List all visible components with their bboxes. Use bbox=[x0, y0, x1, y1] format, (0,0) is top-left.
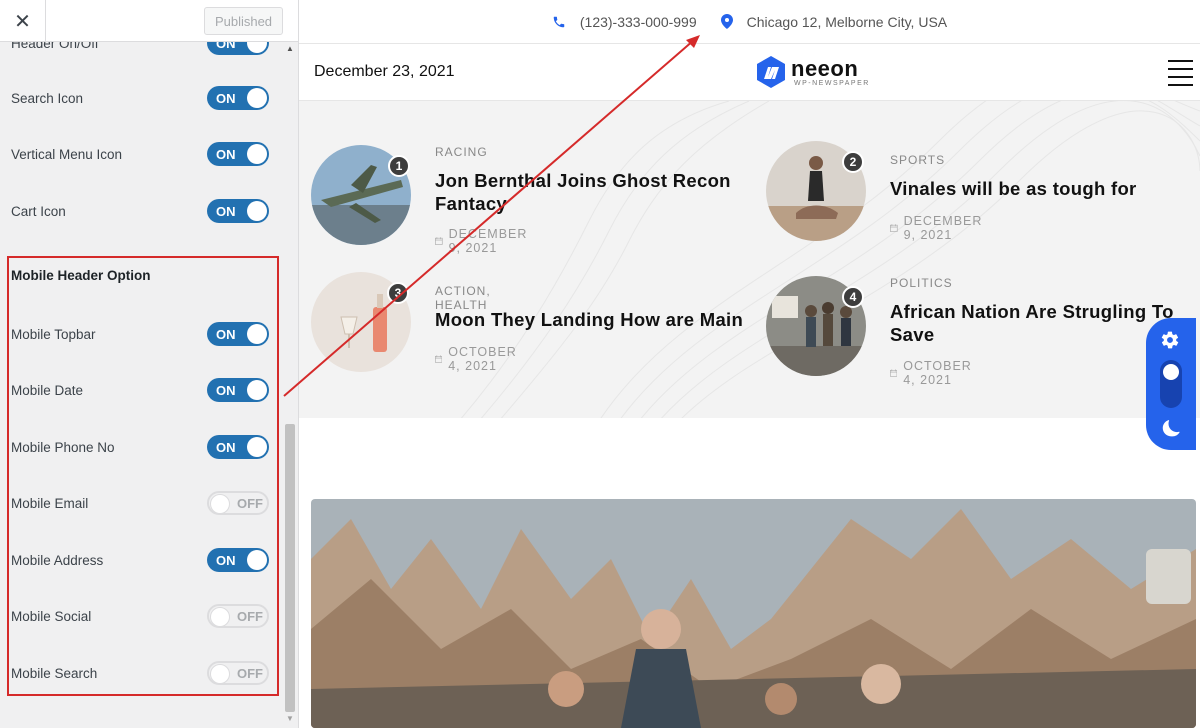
topbar-phone[interactable]: (123)-333-000-999 bbox=[552, 14, 697, 30]
location-pin-icon bbox=[720, 14, 733, 29]
option-label: Mobile Date bbox=[11, 382, 84, 398]
mobile-social-toggle[interactable]: OFF bbox=[207, 604, 269, 628]
option-row-mobile-email: Mobile Email OFF bbox=[11, 490, 269, 516]
post-date-text: OCTOBER 4, 2021 bbox=[903, 359, 972, 387]
post-category[interactable]: POLITICS bbox=[890, 276, 953, 290]
customizer-header: ✕ Published bbox=[0, 0, 298, 42]
topbar-address-text: Chicago 12, Melborne City, USA bbox=[746, 13, 948, 30]
option-row-mobile-topbar: Mobile Topbar ON bbox=[11, 321, 269, 347]
gear-icon[interactable] bbox=[1160, 330, 1180, 350]
site-preview: (123)-333-000-999 Chicago 12, Melborne C… bbox=[299, 0, 1200, 728]
style-switcher-panel bbox=[1146, 318, 1196, 450]
mobile-address-toggle[interactable]: ON bbox=[207, 548, 269, 572]
calendar-icon bbox=[890, 369, 898, 377]
mobile-phone-toggle[interactable]: ON bbox=[207, 435, 269, 459]
vertical-menu-icon-toggle[interactable]: ON bbox=[207, 142, 269, 166]
mobile-topbar-toggle[interactable]: ON bbox=[207, 322, 269, 346]
mobile-email-toggle[interactable]: OFF bbox=[207, 491, 269, 515]
post-title[interactable]: Vinales will be as tough for bbox=[890, 177, 1180, 200]
calendar-icon bbox=[890, 224, 898, 232]
scroll-up-arrow-icon[interactable]: ▲ bbox=[283, 44, 297, 56]
close-customizer-button[interactable]: ✕ bbox=[0, 0, 46, 42]
post-title[interactable]: Moon They Landing How are Main bbox=[435, 308, 755, 331]
site-logo[interactable]: neeon WP-NEWSPAPER bbox=[755, 55, 870, 89]
option-label: Mobile Topbar bbox=[11, 326, 96, 342]
option-label: Mobile Email bbox=[11, 495, 89, 511]
hamburger-menu-icon[interactable] bbox=[1168, 60, 1193, 86]
option-label: Cart Icon bbox=[11, 203, 66, 219]
post-date: DECEMBER 9, 2021 bbox=[435, 227, 532, 255]
search-icon-toggle[interactable]: ON bbox=[207, 86, 269, 110]
post-title[interactable]: African Nation Are Strugling To Save bbox=[890, 300, 1175, 346]
option-row-mobile-date: Mobile Date ON bbox=[11, 377, 269, 403]
mobile-date-toggle[interactable]: ON bbox=[207, 378, 269, 402]
trending-posts-section: 1 RACING Jon Bernthal Joins Ghost Recon … bbox=[299, 101, 1200, 418]
phone-icon bbox=[553, 16, 565, 27]
logo-name: neeon bbox=[791, 55, 859, 81]
neeon-logo-icon bbox=[757, 56, 785, 88]
calendar-icon bbox=[435, 237, 443, 245]
customizer-sidebar: ✕ Published Header On/Off ON Search Icon… bbox=[0, 0, 299, 728]
option-row-mobile-search: Mobile Search OFF bbox=[11, 660, 269, 686]
scrollbar-thumb[interactable] bbox=[285, 424, 295, 712]
option-label: Mobile Social bbox=[11, 608, 92, 624]
scroll-down-arrow-icon[interactable]: ▼ bbox=[283, 714, 297, 726]
mobile-search-toggle[interactable]: OFF bbox=[207, 661, 269, 685]
option-row-cart-icon: Cart Icon ON bbox=[11, 198, 269, 224]
post-date: DECEMBER 9, 2021 bbox=[890, 214, 987, 242]
post-title[interactable]: Jon Bernthal Joins Ghost Recon Fantacy bbox=[435, 169, 735, 215]
option-row-vertical-menu-icon: Vertical Menu Icon ON bbox=[11, 141, 269, 167]
option-label: Search Icon bbox=[11, 90, 84, 106]
option-label: Mobile Phone No bbox=[11, 439, 115, 455]
post-rank-badge: 1 bbox=[388, 155, 410, 177]
site-topbar: (123)-333-000-999 Chicago 12, Melborne C… bbox=[299, 0, 1200, 44]
sidebar-scrollbar[interactable]: ▲ ▼ bbox=[283, 42, 297, 728]
option-row-mobile-address: Mobile Address ON bbox=[11, 547, 269, 573]
post-date-text: DECEMBER 9, 2021 bbox=[448, 227, 528, 255]
post-category[interactable]: SPORTS bbox=[890, 153, 945, 167]
switch-knob bbox=[1163, 364, 1179, 380]
logo-tagline: WP-NEWSPAPER bbox=[794, 79, 870, 87]
header-date: December 23, 2021 bbox=[314, 63, 455, 80]
featured-post-image[interactable] bbox=[311, 499, 1196, 728]
post-date-text: OCTOBER 4, 2021 bbox=[448, 345, 517, 373]
topbar-address[interactable]: Chicago 12, Melborne City, USA bbox=[720, 13, 948, 30]
cart-icon-toggle[interactable]: ON bbox=[207, 199, 269, 223]
post-category[interactable]: RACING bbox=[435, 145, 488, 159]
post-rank-badge: 3 bbox=[387, 282, 409, 304]
mountain-friends-image bbox=[311, 499, 1196, 728]
post-date: OCTOBER 4, 2021 bbox=[435, 345, 522, 373]
option-label: Mobile Search bbox=[11, 665, 98, 681]
moon-icon[interactable] bbox=[1161, 418, 1181, 438]
calendar-icon bbox=[435, 355, 443, 363]
post-rank-badge: 4 bbox=[842, 286, 864, 308]
option-row-mobile-phone: Mobile Phone No ON bbox=[11, 434, 269, 460]
post-rank-badge: 2 bbox=[842, 151, 864, 173]
dark-mode-switch[interactable] bbox=[1160, 360, 1182, 408]
mobile-header-option-title: Mobile Header Option bbox=[11, 268, 151, 283]
option-row-search-icon: Search Icon ON bbox=[11, 85, 269, 111]
post-date-text: DECEMBER 9, 2021 bbox=[903, 214, 983, 242]
site-header: December 23, 2021 neeon WP-NEWSPAPER bbox=[299, 45, 1200, 101]
option-label: Vertical Menu Icon bbox=[11, 146, 123, 162]
option-label: Mobile Address bbox=[11, 552, 104, 568]
post-date: OCTOBER 4, 2021 bbox=[890, 359, 977, 387]
topbar-phone-text: (123)-333-000-999 bbox=[579, 13, 697, 30]
option-row-mobile-social: Mobile Social OFF bbox=[11, 603, 269, 629]
published-button[interactable]: Published bbox=[204, 7, 283, 35]
